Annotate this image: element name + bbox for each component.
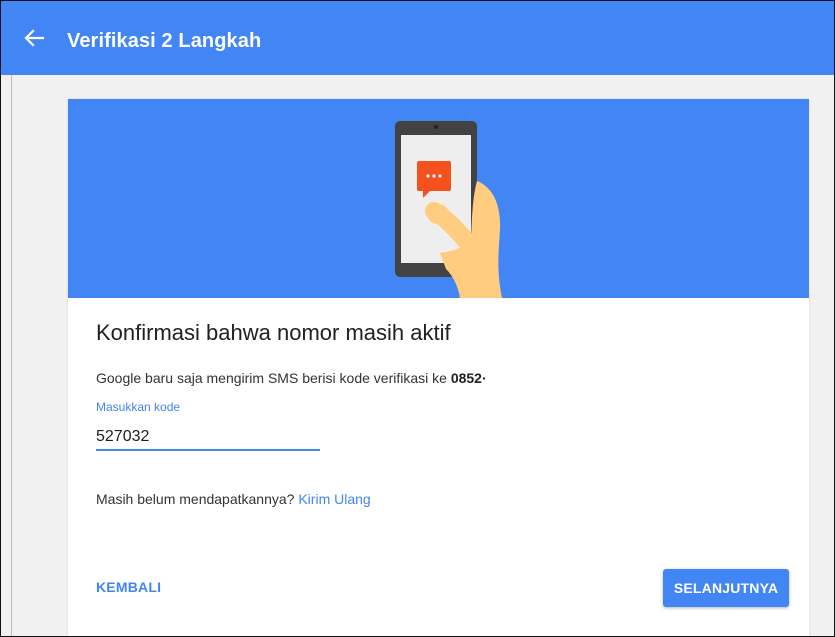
sms-description: Google baru saja mengirim SMS berisi kod… xyxy=(96,370,487,386)
verification-card: Konfirmasi bahwa nomor masih aktif Googl… xyxy=(68,99,809,636)
back-button[interactable]: KEMBALI xyxy=(96,579,161,595)
resend-row: Masih belum mendapatkannya? Kirim Ulang xyxy=(96,491,371,507)
page-title: Verifikasi 2 Langkah xyxy=(67,30,262,52)
code-field-label: Masukkan kode xyxy=(96,400,181,414)
divider xyxy=(11,75,12,636)
phone-sms-icon xyxy=(395,121,502,298)
description-text: Google baru saja mengirim SMS berisi kod… xyxy=(96,370,451,386)
phone-number: 0852· xyxy=(450,370,487,386)
app-bar: Verifikasi 2 Langkah xyxy=(1,1,834,75)
window-frame: Verifikasi 2 Langkah Konfirmasi bahwa no… xyxy=(0,0,835,637)
section-heading: Konfirmasi bahwa nomor masih aktif xyxy=(96,320,451,345)
hero-banner xyxy=(68,99,809,298)
arrow-left-icon[interactable] xyxy=(23,27,45,49)
verification-code-input[interactable] xyxy=(96,425,320,451)
resend-text: Masih belum mendapatkannya? xyxy=(96,491,299,507)
resend-link[interactable]: Kirim Ulang xyxy=(298,491,370,507)
next-button[interactable]: SELANJUTNYA xyxy=(663,569,789,607)
